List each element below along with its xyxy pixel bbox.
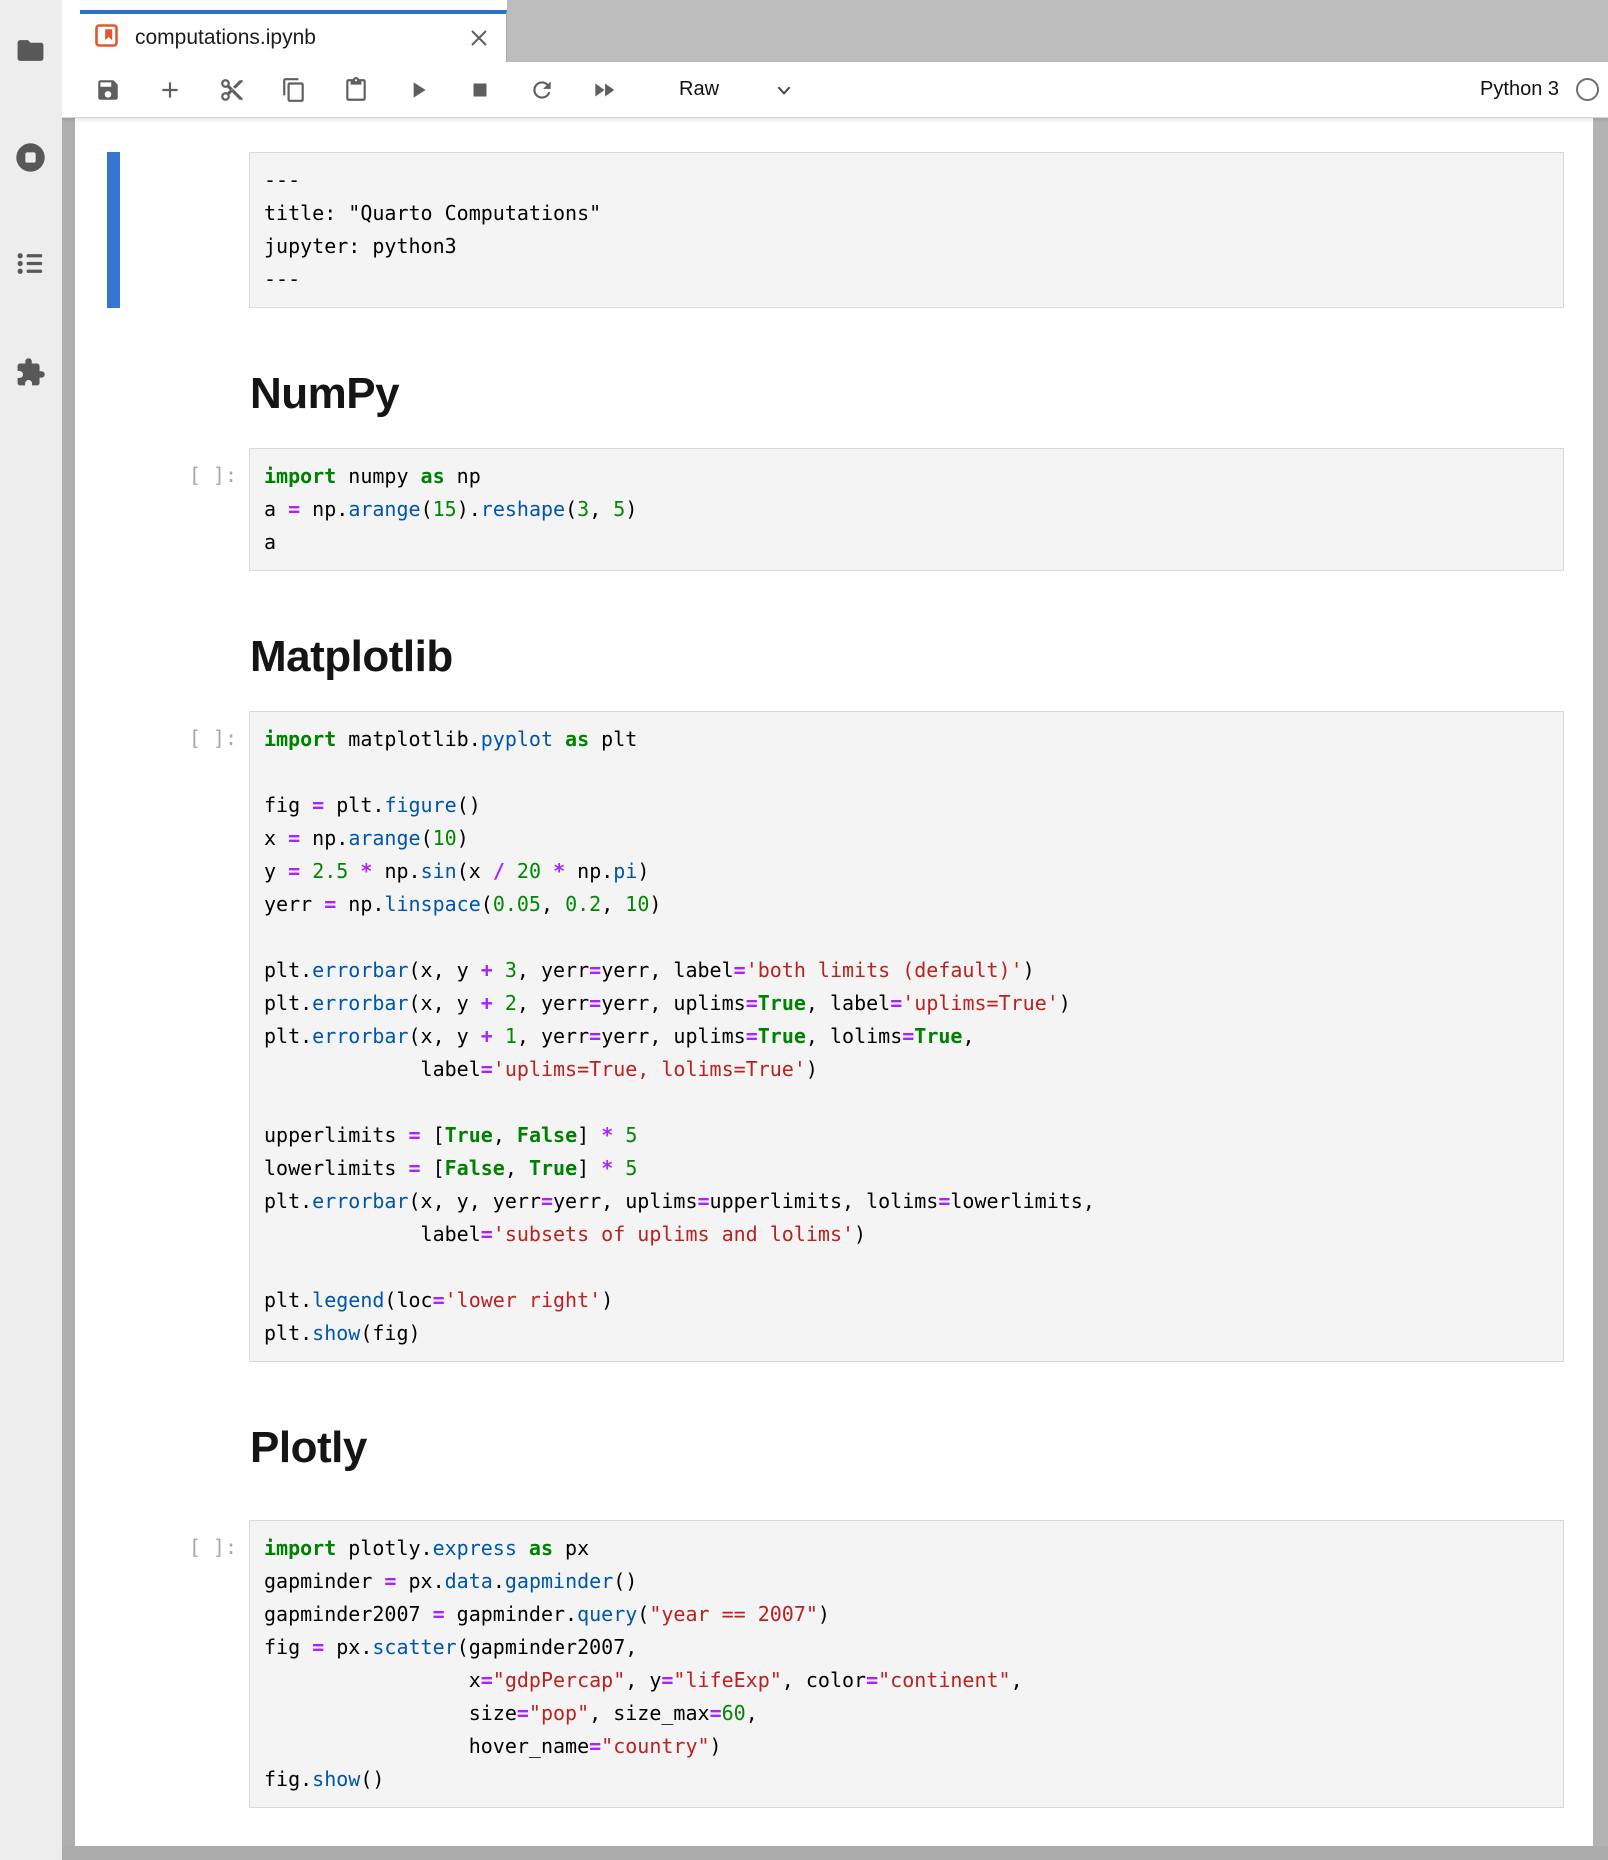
code-line: label='subsets of uplims and lolims') — [264, 1218, 1549, 1251]
code-line: size="pop", size_max=60, — [264, 1697, 1549, 1730]
run-all-icon[interactable] — [591, 77, 617, 103]
code-line: hover_name="country") — [264, 1730, 1549, 1763]
code-line: y = 2.5 * np.sin(x / 20 * np.pi) — [264, 855, 1549, 888]
code-line: import numpy as np — [264, 460, 1549, 493]
code-line: plt.errorbar(x, y + 2, yerr=yerr, uplims… — [264, 987, 1549, 1020]
code-cell: [ ]:import numpy as npa = np.arange(15).… — [75, 448, 1593, 571]
code-line: x="gdpPercap", y="lifeExp", color="conti… — [264, 1664, 1549, 1697]
kernel-name[interactable]: Python 3 — [1480, 78, 1559, 101]
horizontal-scrollbar — [62, 1846, 1608, 1860]
vertical-scrollbar — [1593, 118, 1608, 1860]
code-line: upperlimits = [True, False] * 5 — [264, 1119, 1549, 1152]
code-cell: [ ]:import plotly.express as pxgapminder… — [75, 1520, 1593, 1808]
markdown-heading[interactable]: NumPy — [250, 370, 1593, 418]
folder-icon[interactable] — [15, 35, 46, 66]
add-cell-icon[interactable] — [157, 77, 183, 103]
notebook-file-icon — [95, 24, 118, 52]
code-line — [264, 756, 1549, 789]
code-line: plt.errorbar(x, y, yerr=yerr, uplims=upp… — [264, 1185, 1549, 1218]
code-line: fig = plt.figure() — [264, 789, 1549, 822]
activity-sidebar — [0, 0, 62, 1860]
code-line — [264, 921, 1549, 954]
cell-prompt: [ ]: — [75, 448, 249, 571]
run-cell-icon[interactable] — [405, 77, 431, 103]
code-line: gapminder = px.data.gapminder() — [264, 1565, 1549, 1598]
cell-prompt: [ ]: — [75, 1520, 249, 1808]
cell-editor[interactable]: import numpy as npa = np.arange(15).resh… — [249, 448, 1564, 571]
code-line: plt.errorbar(x, y + 3, yerr=yerr, label=… — [264, 954, 1549, 987]
code-line — [264, 1086, 1549, 1119]
code-line: fig = px.scatter(gapminder2007, — [264, 1631, 1549, 1664]
code-line: import plotly.express as px — [264, 1532, 1549, 1565]
cell-collapser[interactable] — [107, 711, 120, 1362]
restart-kernel-icon[interactable] — [529, 77, 555, 103]
save-icon[interactable] — [95, 77, 121, 103]
cell-collapser[interactable] — [107, 152, 120, 308]
code-line: fig.show() — [264, 1763, 1549, 1796]
table-of-contents-icon[interactable] — [15, 248, 46, 279]
running-kernels-icon[interactable] — [15, 142, 46, 173]
cell-editor[interactable]: import plotly.express as pxgapminder = p… — [249, 1520, 1564, 1808]
code-line: import matplotlib.pyplot as plt — [264, 723, 1549, 756]
code-line: gapminder2007 = gapminder.query("year ==… — [264, 1598, 1549, 1631]
code-line: yerr = np.linspace(0.05, 0.2, 10) — [264, 888, 1549, 921]
code-line: --- — [264, 263, 1549, 296]
markdown-heading[interactable]: Plotly — [250, 1424, 1593, 1472]
code-line: plt.errorbar(x, y + 1, yerr=yerr, uplims… — [264, 1020, 1549, 1053]
notebook-toolbar: Raw Python 3 — [62, 62, 1608, 118]
code-line: lowerlimits = [False, True] * 5 — [264, 1152, 1549, 1185]
tab-bar-filler — [507, 0, 1608, 62]
close-icon[interactable] — [466, 25, 492, 51]
kernel-idle-circle-icon[interactable] — [1575, 77, 1600, 102]
cell-editor[interactable]: import matplotlib.pyplot as plt fig = pl… — [249, 711, 1564, 1362]
cell-editor[interactable]: ---title: "Quarto Computations"jupyter: … — [249, 152, 1564, 308]
code-line: label='uplims=True, lolims=True') — [264, 1053, 1549, 1086]
cell-prompt — [75, 152, 249, 308]
code-line: plt.show(fig) — [264, 1317, 1549, 1350]
code-line: plt.legend(loc='lower right') — [264, 1284, 1549, 1317]
cell-collapser[interactable] — [107, 448, 120, 571]
code-line: jupyter: python3 — [264, 230, 1549, 263]
code-line: title: "Quarto Computations" — [264, 197, 1549, 230]
chevron-down-icon[interactable] — [775, 81, 793, 99]
raw-cell: ---title: "Quarto Computations"jupyter: … — [75, 152, 1593, 308]
cell-type-dropdown[interactable]: Raw — [679, 78, 719, 101]
code-line: --- — [264, 164, 1549, 197]
code-line: a — [264, 526, 1549, 559]
code-line — [264, 1251, 1549, 1284]
code-cell: [ ]:import matplotlib.pyplot as plt fig … — [75, 711, 1593, 1362]
markdown-heading[interactable]: Matplotlib — [250, 633, 1593, 681]
paste-cells-icon[interactable] — [343, 77, 369, 103]
tab-computations-ipynb[interactable]: computations.ipynb — [80, 10, 507, 62]
cut-cells-icon[interactable] — [219, 77, 245, 103]
notebook: ---title: "Quarto Computations"jupyter: … — [75, 118, 1593, 1846]
cell-prompt: [ ]: — [75, 711, 249, 1362]
tab-title: computations.ipynb — [135, 26, 316, 50]
copy-cells-icon[interactable] — [281, 77, 307, 103]
left-gutter — [62, 118, 75, 1860]
code-line: x = np.arange(10) — [264, 822, 1549, 855]
extensions-icon[interactable] — [15, 357, 46, 388]
cell-collapser[interactable] — [107, 1520, 120, 1808]
stop-kernel-icon[interactable] — [467, 77, 493, 103]
code-line: a = np.arange(15).reshape(3, 5) — [264, 493, 1549, 526]
